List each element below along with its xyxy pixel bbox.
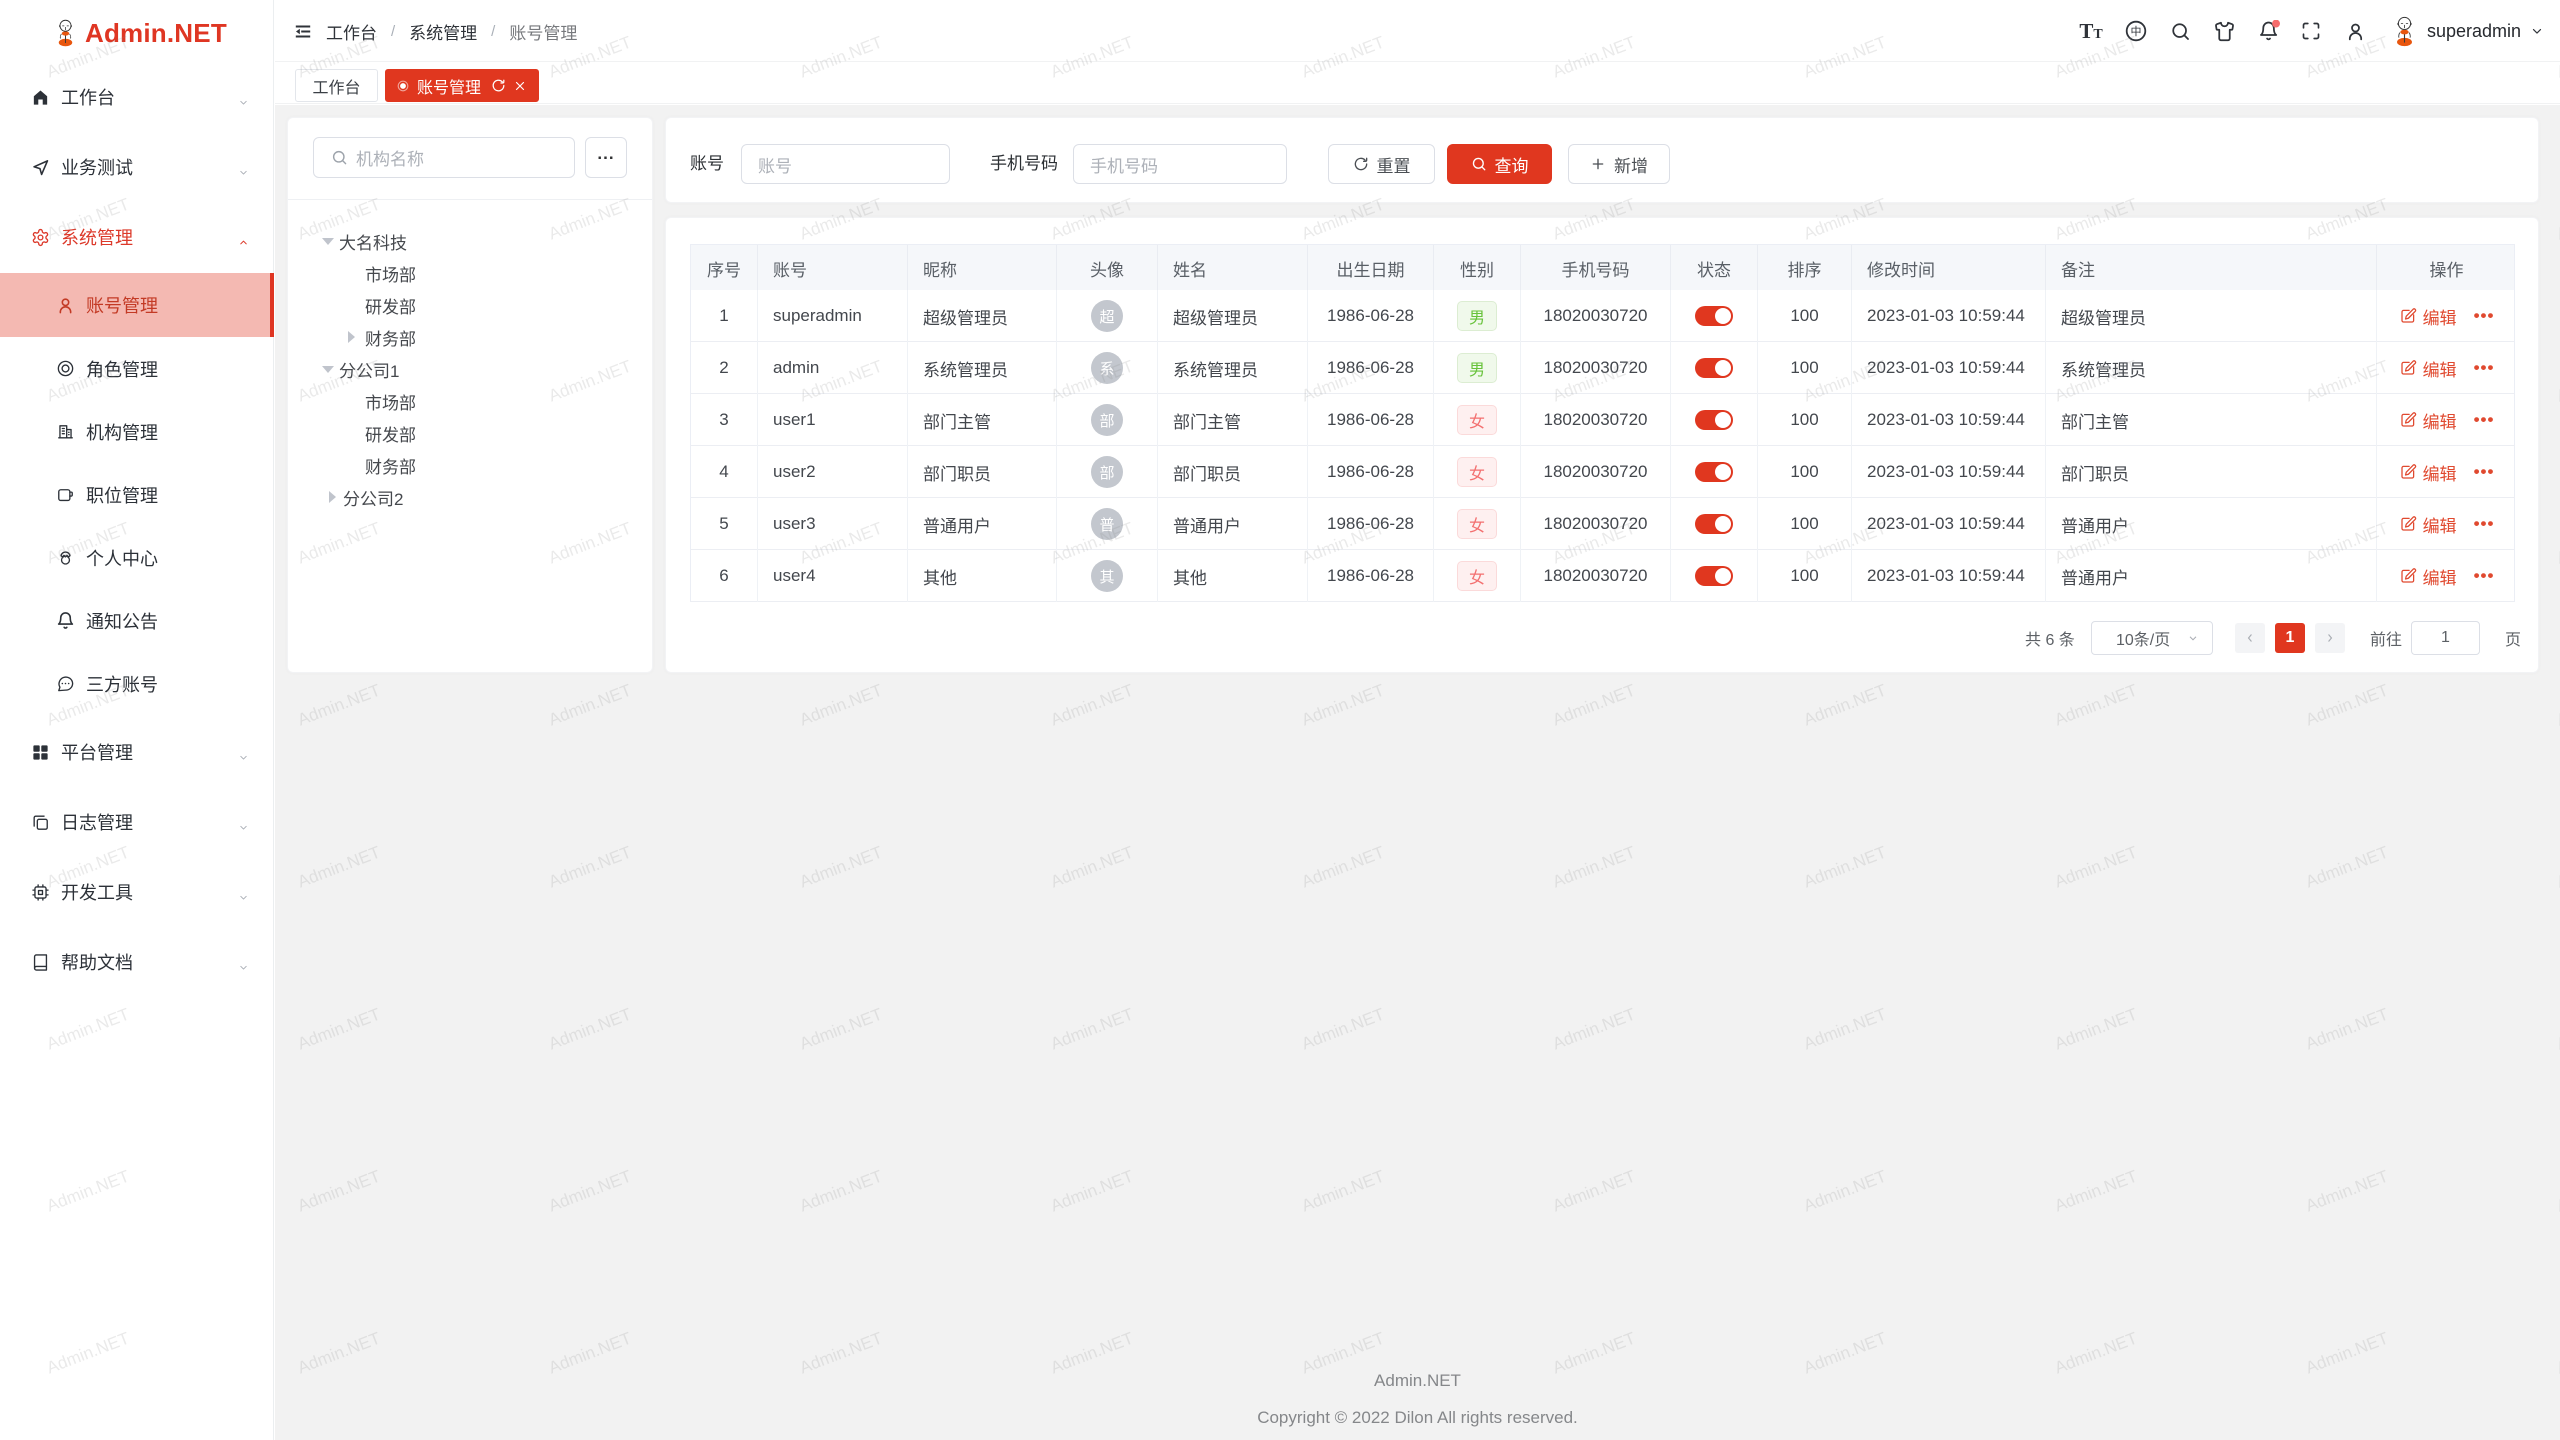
svg-text:中: 中 xyxy=(2131,25,2142,38)
